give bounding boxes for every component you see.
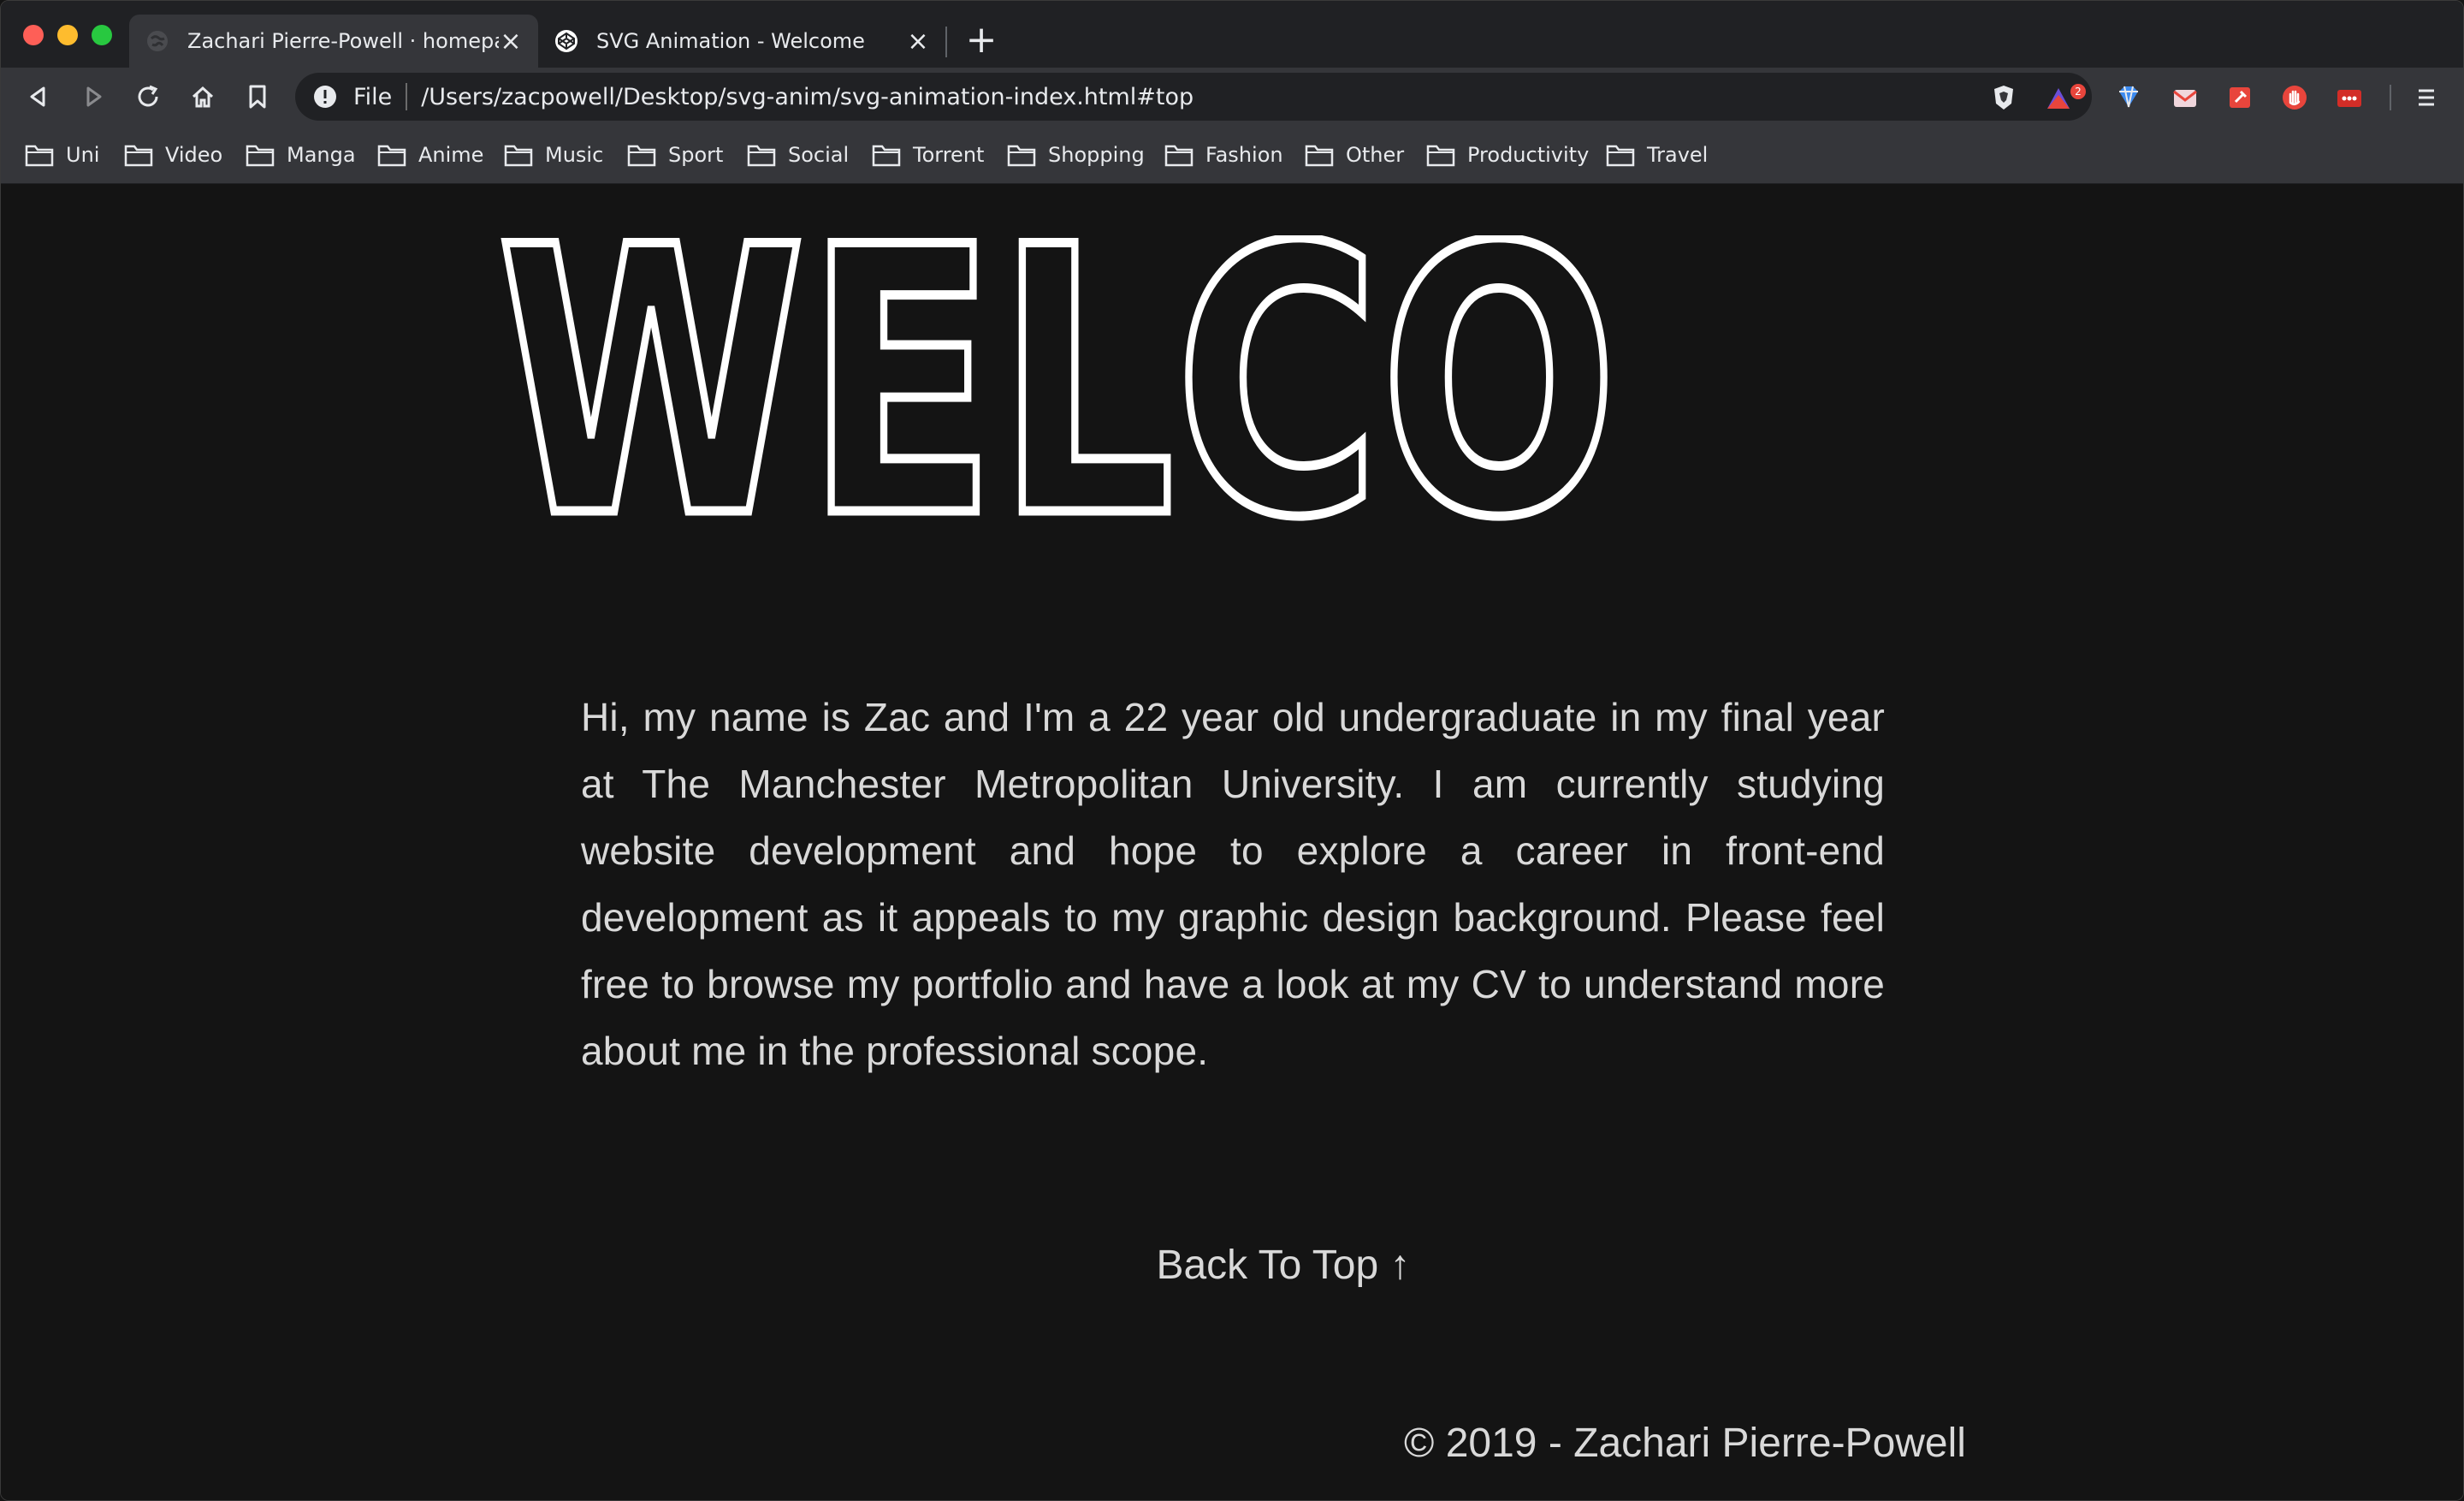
url-divider	[406, 83, 408, 110]
folder-icon	[627, 145, 656, 167]
bookmark-folder-social[interactable]: Social	[747, 138, 849, 172]
bookmark-button[interactable]	[242, 81, 273, 112]
folder-icon	[246, 145, 275, 167]
bookmark-folder-shopping[interactable]: Shopping	[1007, 138, 1145, 172]
welcome-text: WELCO	[497, 235, 1618, 526]
bookmark-folder-sport[interactable]: Sport	[627, 138, 723, 172]
codepen-icon	[555, 30, 578, 52]
bookmarks-bar: Uni Video Manga Anime Music Sport Social	[1, 126, 2463, 184]
tab-homepage[interactable]: Zachari Pierre-Powell · homepage ×	[129, 15, 538, 68]
back-arrow-icon	[30, 86, 45, 107]
toolbar: File /Users/zacpowell/Desktop/svg-anim/s…	[1, 68, 2463, 126]
globe-icon	[147, 31, 168, 51]
toolbar-separator	[2390, 85, 2391, 110]
bookmark-label: Social	[788, 143, 850, 167]
folder-icon	[1007, 145, 1036, 167]
folder-icon	[747, 145, 776, 167]
back-button[interactable]	[23, 81, 54, 112]
bookmark-label: Manga	[287, 143, 356, 167]
bookmark-label: Sport	[668, 143, 724, 167]
address-bar[interactable]: File /Users/zacpowell/Desktop/svg-anim/s…	[295, 73, 2092, 121]
bookmark-label: Other	[1346, 143, 1405, 167]
folder-icon	[1305, 145, 1334, 167]
bookmark-label: Productivity	[1467, 143, 1590, 167]
folder-icon	[504, 145, 533, 167]
brave-shield-icon[interactable]	[1989, 83, 2018, 112]
folder-icon	[872, 145, 901, 167]
back-to-top-link[interactable]: Back To Top ↑	[1053, 1243, 1410, 1288]
bookmark-label: Video	[165, 143, 223, 167]
bookmark-label: Travel	[1647, 143, 1709, 167]
reload-button[interactable]	[133, 81, 163, 112]
notification-badge: 2	[2075, 86, 2082, 98]
bookmark-folder-productivity[interactable]: Productivity	[1426, 138, 1589, 172]
bookmark-label: Torrent	[913, 143, 985, 167]
url-text[interactable]: /Users/zacpowell/Desktop/svg-anim/svg-an…	[421, 84, 1194, 110]
bookmark-folder-anime[interactable]: Anime	[377, 138, 483, 172]
forward-button[interactable]	[78, 81, 109, 112]
tab-separator	[945, 27, 947, 57]
back-to-top-container: Back To Top ↑	[1, 1242, 2463, 1289]
bookmark-folder-other[interactable]: Other	[1305, 138, 1404, 172]
bookmark-label: Anime	[418, 143, 484, 167]
folder-icon	[25, 145, 54, 167]
folder-icon	[1426, 145, 1455, 167]
page-content: WELCO Hi, my name is Zac and I'm a 22 ye…	[1, 184, 2463, 1500]
bookmark-folder-video[interactable]: Video	[124, 138, 222, 172]
bookmark-label: Uni	[66, 143, 100, 167]
url-scheme: File	[353, 83, 393, 110]
browser-window: Zachari Pierre-Powell · homepage × SVG A…	[0, 0, 2464, 1501]
folder-icon	[124, 145, 153, 167]
reload-icon	[138, 85, 158, 107]
bookmark-folder-fashion[interactable]: Fashion	[1164, 138, 1283, 172]
close-tab-button[interactable]: ×	[499, 27, 523, 56]
info-icon[interactable]	[312, 84, 338, 110]
brave-rewards-icon[interactable]: 2	[2044, 83, 2088, 112]
bookmark-folder-manga[interactable]: Manga	[246, 138, 356, 172]
hand-block-icon[interactable]	[2280, 83, 2309, 112]
bookmark-label: Music	[545, 143, 604, 167]
pin-extension-icon[interactable]	[2225, 83, 2254, 112]
minimize-window-button[interactable]	[57, 25, 78, 45]
home-button[interactable]	[187, 81, 218, 112]
tab-strip: Zachari Pierre-Powell · homepage × SVG A…	[1, 1, 2463, 68]
folder-icon	[1606, 145, 1635, 167]
folder-icon	[1164, 145, 1194, 167]
bookmark-folder-uni[interactable]: Uni	[25, 138, 99, 172]
intro-paragraph: Hi, my name is Zac and I'm a 22 year old…	[581, 695, 1885, 1073]
close-window-button[interactable]	[23, 25, 44, 45]
bookmark-folder-music[interactable]: Music	[504, 138, 603, 172]
footer-copyright: © 2019 - Zachari Pierre-Powell	[1404, 1421, 1966, 1466]
bookmark-label: Shopping	[1048, 143, 1145, 167]
lastpass-icon[interactable]	[2335, 83, 2364, 112]
maximize-window-button[interactable]	[92, 25, 112, 45]
tab-title: SVG Animation - Welcome	[596, 29, 865, 53]
forward-arrow-icon	[86, 86, 102, 107]
tab-title: Zachari Pierre-Powell · homepage	[187, 29, 499, 53]
mail-extension-icon[interactable]	[2171, 83, 2200, 112]
bookmark-folder-torrent[interactable]: Torrent	[872, 138, 984, 172]
home-icon	[192, 86, 214, 108]
hamburger-menu-icon[interactable]	[2412, 83, 2441, 112]
folder-icon	[377, 145, 406, 167]
new-tab-button[interactable]: +	[961, 16, 1002, 64]
welcome-animated-heading: WELCO	[497, 235, 1623, 526]
bookmark-icon	[249, 85, 266, 109]
tab-svg-animation[interactable]: SVG Animation - Welcome ×	[538, 15, 945, 68]
close-tab-button[interactable]: ×	[906, 27, 930, 56]
bookmark-label: Fashion	[1205, 143, 1283, 167]
diamond-extension-icon[interactable]	[2114, 83, 2143, 112]
bookmark-folder-travel[interactable]: Travel	[1606, 138, 1708, 172]
